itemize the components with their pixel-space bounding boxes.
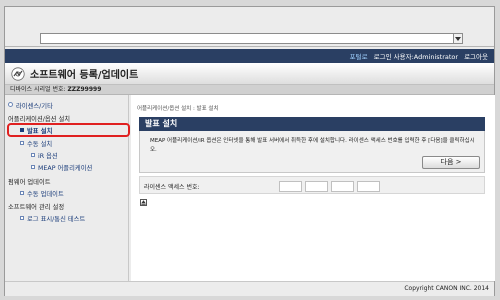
next-button[interactable]: 다음 >: [422, 156, 480, 169]
panel-title: 발표 설치: [139, 117, 485, 131]
sidebar-item-label: 발표 설치: [27, 128, 53, 135]
software-register-icon: [11, 66, 25, 81]
license-number-field-3[interactable]: [331, 181, 354, 192]
sidebar-item-label: 수동 업데이트: [27, 191, 64, 198]
sidebar-item-manual-update[interactable]: 수동 업데이트: [20, 189, 64, 198]
sidebar-item-log-display[interactable]: 로그 표시/통신 테스트: [20, 214, 85, 223]
top-navigation-bar: 포털로 로그인 사용자:Administrator 로그아웃: [5, 49, 494, 63]
sidebar-section-firmware: 펌웨어 업데이트: [8, 179, 51, 186]
chevron-down-icon: [455, 36, 461, 41]
license-number-row: 라이센스 액세스 번호:: [139, 176, 485, 194]
portal-link[interactable]: 포털로: [350, 51, 368, 61]
sidebar-item-meap-app[interactable]: MEAP 어플리케이션: [31, 163, 92, 172]
page-title: 소프트웨어 등록/업데이트: [30, 70, 139, 81]
license-number-label: 라이센스 액세스 번호:: [144, 184, 200, 191]
sidebar-item-label: iR 옵션: [38, 153, 58, 160]
login-user-text: 로그인 사용자:Administrator: [373, 53, 459, 61]
sidebar-item-ir-options[interactable]: iR 옵션: [31, 151, 58, 160]
circle-bullet-icon: [8, 102, 13, 107]
main-content: 어플리케이션/옵션 설치 : 발표 설치 발표 설치 MEAP 어플리케이션/i…: [131, 95, 495, 281]
device-serial-value: ZZZ99999: [67, 86, 102, 93]
device-serial-label: 디바이스 시리얼 번호:: [10, 86, 66, 93]
footer-copyright: Copyright CANON INC. 2014: [5, 281, 494, 296]
sidebar-item-label: MEAP 어플리케이션: [38, 165, 93, 172]
square-bullet-icon: [20, 141, 24, 145]
panel-body: MEAP 어플리케이션/iR 옵션은 인터넷을 통해 발표 서버에서 취득한 후…: [139, 131, 485, 173]
logout-link[interactable]: 로그아웃: [464, 51, 488, 61]
square-bullet-icon: [20, 191, 24, 195]
address-dropdown-button[interactable]: [453, 33, 463, 44]
sidebar-item-label: 수동 설치: [27, 141, 53, 148]
breadcrumb: 어플리케이션/옵션 설치 : 발표 설치: [137, 106, 219, 112]
page-top-icon[interactable]: [140, 199, 147, 206]
browser-toolbar: [5, 7, 494, 47]
device-serial-bar: 디바이스 시리얼 번호: ZZZ99999: [5, 85, 494, 95]
square-bullet-icon: [31, 153, 35, 157]
sidebar: 라이센스/기타 어플리케이션/옵션 설치 발표 설치 수동 설치 iR 옵션 M…: [5, 95, 130, 281]
sidebar-item-label: 로그 표시/통신 테스트: [27, 216, 86, 223]
square-bullet-icon: [20, 216, 24, 220]
sidebar-item-license-other[interactable]: 라이센스/기타: [8, 101, 53, 110]
sidebar-item-manual-install[interactable]: 수동 설치: [20, 139, 52, 148]
sidebar-item-install-release[interactable]: 발표 설치: [20, 126, 52, 135]
square-bullet-icon: [31, 165, 35, 169]
address-bar[interactable]: [40, 33, 454, 44]
license-number-field-1[interactable]: [279, 181, 302, 192]
sidebar-section-software-mgmt: 소프트웨어 관리 설정: [8, 204, 65, 211]
arrow-up-icon: [141, 200, 146, 205]
square-bullet-icon: [20, 128, 24, 132]
sidebar-section-app-install: 어플리케이션/옵션 설치: [8, 116, 71, 123]
sidebar-item-label: 라이센스/기타: [16, 103, 53, 110]
browser-window: 포털로 로그인 사용자:Administrator 로그아웃 소프트웨어 등록/…: [4, 6, 495, 296]
panel-description: MEAP 어플리케이션/iR 옵션은 인터넷을 통해 발표 서버에서 취득한 후…: [150, 138, 475, 153]
page-header: 소프트웨어 등록/업데이트: [5, 63, 494, 85]
license-number-field-2[interactable]: [305, 181, 328, 192]
license-number-field-4[interactable]: [357, 181, 380, 192]
